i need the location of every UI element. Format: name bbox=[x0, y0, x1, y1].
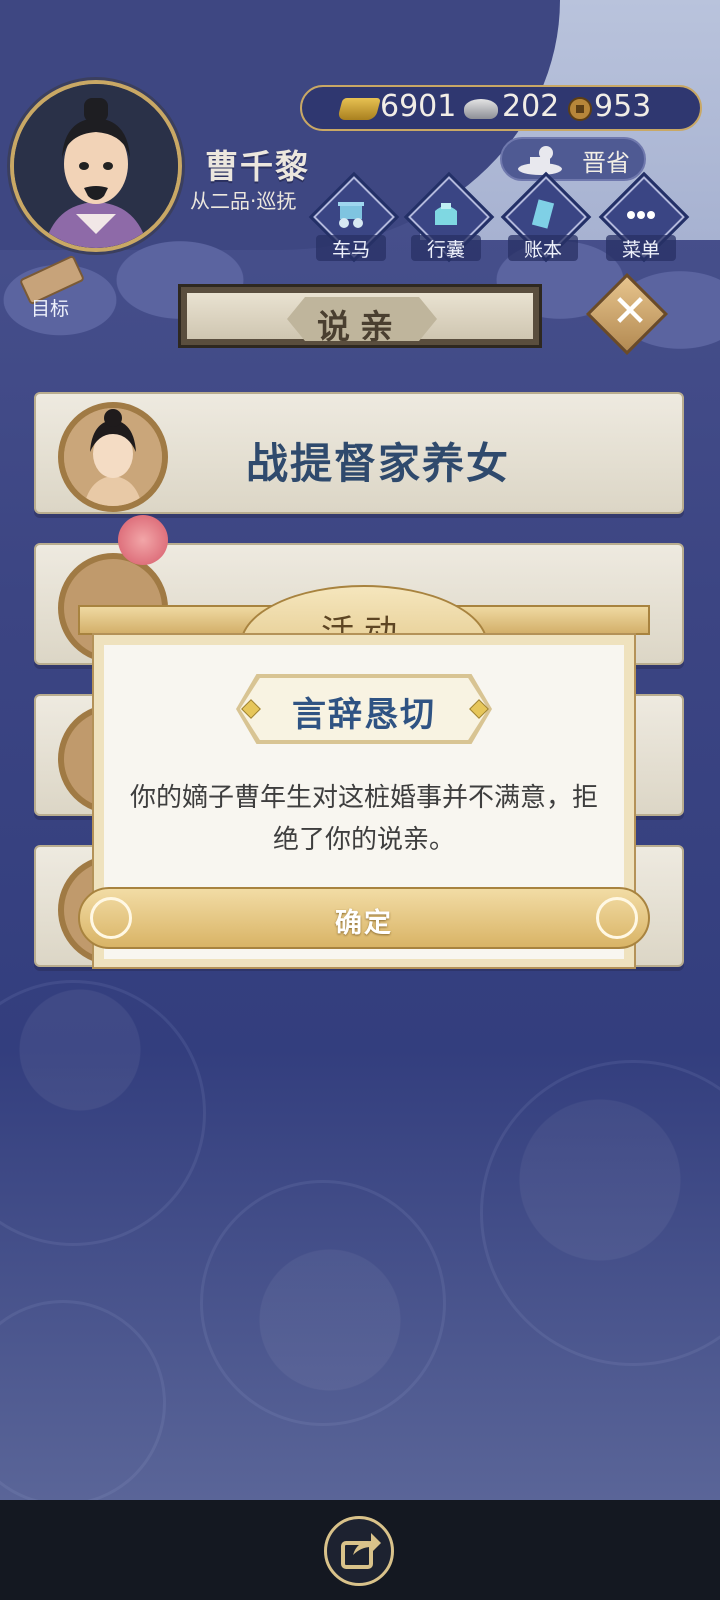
background-swirl bbox=[0, 1300, 166, 1500]
list-item[interactable]: 战提督家养女 bbox=[34, 392, 684, 514]
candidate-portrait bbox=[58, 402, 168, 512]
background-swirl bbox=[0, 980, 206, 1246]
carriage-button[interactable]: 车马 bbox=[308, 171, 400, 267]
gold-amount: 6901 bbox=[380, 89, 457, 124]
ledger-label: 账本 bbox=[508, 235, 578, 261]
silver-amount: 202 bbox=[502, 89, 560, 124]
currency-bar: 6901 202 953 bbox=[300, 85, 702, 131]
share-button[interactable] bbox=[324, 1516, 394, 1586]
more-icon bbox=[627, 211, 655, 219]
official-portrait-icon bbox=[14, 84, 178, 248]
seal-icon bbox=[518, 146, 562, 175]
bag-icon bbox=[435, 203, 457, 225]
candidate-name: 战提督家养女 bbox=[246, 439, 511, 488]
bag-button[interactable]: 行囊 bbox=[403, 171, 495, 267]
game-screen: 曹千黎 从二品·巡抚 6901 202 953 晋省 车马 行囊 账本 菜单 目… bbox=[0, 0, 720, 1500]
close-icon[interactable]: ✕ bbox=[600, 282, 660, 342]
menu-button[interactable]: 菜单 bbox=[598, 171, 690, 267]
province-button[interactable]: 晋省 bbox=[500, 137, 646, 181]
menu-label: 菜单 bbox=[606, 235, 676, 261]
carriage-icon bbox=[338, 202, 364, 228]
page-title-plaque: 说亲 bbox=[178, 284, 542, 348]
dialog-message: 你的嫡子曹年生对这桩婚事并不满意，拒绝了你的说亲。 bbox=[129, 783, 598, 855]
background-swirl bbox=[200, 1180, 446, 1426]
ledger-button[interactable]: 账本 bbox=[500, 171, 592, 267]
page-title: 说亲 bbox=[317, 307, 403, 346]
player-avatar[interactable] bbox=[10, 80, 182, 252]
silver-ingot-icon bbox=[464, 99, 498, 119]
parasol-icon bbox=[118, 515, 168, 565]
lady-portrait-icon bbox=[64, 408, 162, 506]
province-name: 晋省 bbox=[582, 149, 630, 177]
share-icon bbox=[341, 1533, 381, 1569]
background-swirl bbox=[480, 1060, 720, 1366]
goal-label: 目标 bbox=[30, 298, 69, 320]
player-name: 曹千黎 bbox=[205, 147, 310, 186]
confirm-label: 确定 bbox=[335, 908, 393, 939]
result-badge-text: 言辞恳切 bbox=[292, 695, 436, 735]
event-dialog: 活动 言辞恳切 你的嫡子曹年生对这桩婚事并不满意，拒绝了你的说亲。 确定 bbox=[78, 585, 650, 985]
goal-button[interactable]: 目标 bbox=[14, 254, 86, 320]
copper-coin-icon bbox=[568, 97, 592, 121]
ledger-icon bbox=[531, 199, 555, 229]
player-rank: 从二品·巡抚 bbox=[190, 189, 297, 213]
gold-ingot-icon bbox=[337, 98, 381, 120]
confirm-button[interactable]: 确定 bbox=[78, 887, 650, 949]
carriage-label: 车马 bbox=[316, 235, 386, 261]
bag-label: 行囊 bbox=[411, 235, 481, 261]
coin-amount: 953 bbox=[594, 89, 652, 124]
